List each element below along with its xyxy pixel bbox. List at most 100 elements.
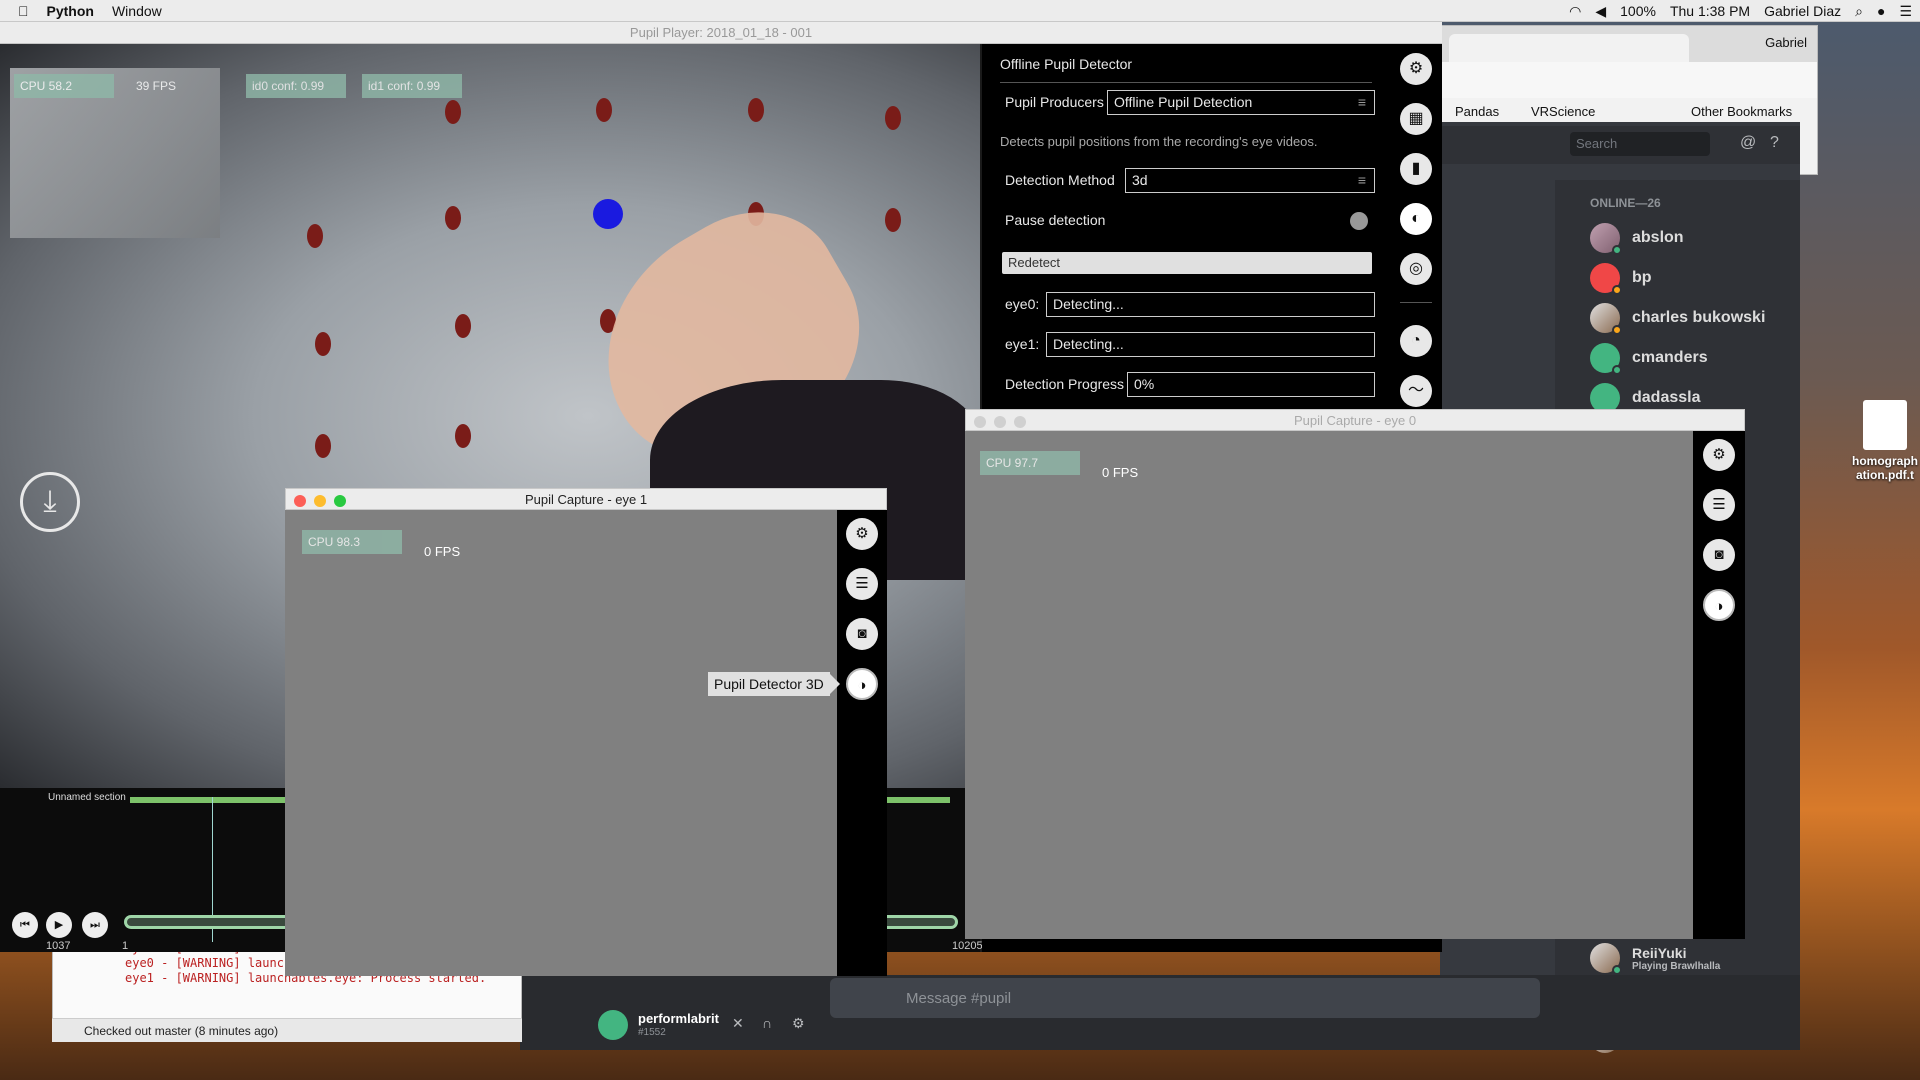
divider: [1400, 302, 1432, 303]
trend-icon[interactable]: 〜: [1400, 375, 1432, 407]
chrome-address-bar[interactable]: [1441, 62, 1817, 98]
help-icon[interactable]: ?: [1770, 134, 1779, 152]
member-name: cmanders: [1632, 349, 1708, 366]
avatar: [1590, 343, 1622, 375]
chrome-profile[interactable]: Gabriel: [1765, 35, 1807, 50]
producers-label: Pupil Producers: [1005, 94, 1104, 110]
eye0-video: [965, 431, 1693, 939]
eye0-title-text: Pupil Capture - eye 0: [1293, 413, 1417, 428]
discord-toolbar: Search @ ?: [1440, 126, 1800, 164]
volume-icon[interactable]: ◀: [1595, 3, 1606, 20]
user-avatar[interactable]: [598, 1010, 628, 1040]
id0-conf-graph: id0 conf: 0.99: [246, 74, 346, 98]
sliders-icon[interactable]: ☰: [1703, 489, 1735, 521]
peg: [445, 206, 461, 230]
desktop-file[interactable]: homograph ation.pdf.t: [1850, 400, 1920, 482]
avatar: [1590, 263, 1622, 295]
member-name: bp: [1632, 269, 1652, 286]
apple-icon[interactable]: : [18, 3, 29, 19]
pdf-file-icon: [1863, 400, 1907, 450]
eye0-label: eye0:: [1005, 296, 1040, 312]
member-item[interactable]: bp: [1590, 260, 1652, 296]
redetect-button[interactable]: Redetect: [1002, 252, 1372, 274]
settings-icon[interactable]: ⚙: [792, 1015, 805, 1032]
target-icon[interactable]: ◎: [1400, 253, 1432, 285]
minimize-icon[interactable]: [314, 495, 326, 507]
fixation-icon[interactable]: ◔: [1400, 325, 1432, 357]
headphones-icon[interactable]: ∩: [762, 1015, 772, 1031]
avatar: [1590, 223, 1622, 255]
gaze-marker: [593, 199, 623, 229]
pause-label: Pause detection: [1005, 212, 1106, 228]
method-label: Detection Method: [1005, 172, 1115, 188]
battery-label[interactable]: 100%: [1620, 3, 1656, 19]
notification-icon[interactable]: ☰: [1899, 3, 1912, 20]
next-frame-button[interactable]: ⏭: [82, 912, 108, 938]
frame-counter: 1037: [46, 940, 71, 952]
online-header: ONLINE—26: [1590, 196, 1661, 210]
gear-icon[interactable]: ⚙: [846, 518, 878, 550]
bookmark-other[interactable]: Other Bookmarks: [1691, 104, 1792, 119]
user-name[interactable]: Gabriel Diaz: [1764, 3, 1841, 19]
member-item[interactable]: cmanders: [1590, 340, 1708, 376]
producers-select[interactable]: Offline Pupil Detection: [1107, 90, 1375, 115]
menubar-status-area: ◠ ◀ 100% Thu 1:38 PM Gabriel Diaz ⌕ ● ☰: [1569, 0, 1912, 22]
pause-toggle[interactable]: [1350, 212, 1368, 230]
spotlight-icon[interactable]: ⌕: [1855, 3, 1863, 20]
panel-title: Offline Pupil Detector: [1000, 56, 1133, 72]
gear-icon[interactable]: ⚙: [1400, 53, 1432, 85]
member-item[interactable]: abslon: [1590, 220, 1684, 256]
zoom-icon[interactable]: [1014, 416, 1026, 428]
peg: [885, 106, 901, 130]
plugin-manager-icon[interactable]: ▦: [1400, 103, 1432, 135]
avatar: [1590, 303, 1622, 335]
gear-icon[interactable]: ⚙: [1703, 439, 1735, 471]
camera-icon[interactable]: ◙: [1703, 539, 1735, 571]
minimize-icon[interactable]: [994, 416, 1006, 428]
detector-3d-icon[interactable]: ◑: [1703, 589, 1735, 621]
method-select[interactable]: 3d: [1125, 168, 1375, 193]
clock[interactable]: Thu 1:38 PM: [1670, 3, 1750, 19]
zoom-icon[interactable]: [334, 495, 346, 507]
bar-chart-icon[interactable]: ▮: [1400, 153, 1432, 185]
close-icon[interactable]: [294, 495, 306, 507]
avatar: [1590, 943, 1622, 975]
siri-icon[interactable]: ●: [1877, 3, 1885, 19]
close-icon[interactable]: [974, 416, 986, 428]
member-item[interactable]: charles bukowski: [1590, 300, 1765, 336]
eye1-fps: 0 FPS: [424, 544, 461, 559]
eye1-cpu-graph: CPU 98.3: [302, 530, 402, 554]
eye1-title: Pupil Capture - eye 1: [285, 488, 887, 510]
eye1-title-text: Pupil Capture - eye 1: [524, 492, 648, 507]
prev-frame-button[interactable]: ⏮: [12, 912, 38, 938]
wifi-icon[interactable]: ◠: [1569, 3, 1581, 20]
bookmark-vrscience[interactable]: VRScience: [1531, 104, 1595, 119]
member-name: abslon: [1632, 229, 1684, 246]
download-icon[interactable]: ⤓: [20, 472, 80, 532]
member-name: ReiiYuki: [1632, 944, 1687, 961]
chrome-tab[interactable]: [1449, 34, 1689, 62]
tooltip: Pupil Detector 3D: [708, 672, 840, 696]
menu-window[interactable]: Window: [112, 3, 162, 19]
progress-label: Detection Progress: [1005, 376, 1125, 392]
peg: [596, 98, 612, 122]
menubar:  Python Window ◠ ◀ 100% Thu 1:38 PM Gab…: [0, 0, 1920, 22]
play-button[interactable]: ▶: [46, 912, 72, 938]
mute-icon[interactable]: ✕: [732, 1015, 744, 1032]
mention-icon[interactable]: @: [1740, 134, 1756, 152]
discord-search-input[interactable]: Search: [1570, 132, 1710, 156]
message-input[interactable]: Message #pupil: [830, 978, 1540, 1018]
detector-3d-icon[interactable]: ◑: [846, 668, 878, 700]
menu-app-name[interactable]: Python: [47, 3, 94, 19]
pupil-detector-icon[interactable]: ◐: [1400, 203, 1432, 235]
peg: [307, 224, 323, 248]
bookmark-pandas[interactable]: Pandas: [1455, 104, 1499, 119]
redetect-label: Redetect: [1008, 255, 1061, 270]
member-item[interactable]: ReiiYuki Playing Brawlhalla: [1590, 940, 1720, 976]
sliders-icon[interactable]: ☰: [846, 568, 878, 600]
git-status-line: Checked out master (8 minutes ago): [52, 1018, 522, 1042]
peg: [315, 332, 331, 356]
peg: [315, 434, 331, 458]
eye0-fps: 0 FPS: [1102, 465, 1139, 480]
camera-icon[interactable]: ◙: [846, 618, 878, 650]
